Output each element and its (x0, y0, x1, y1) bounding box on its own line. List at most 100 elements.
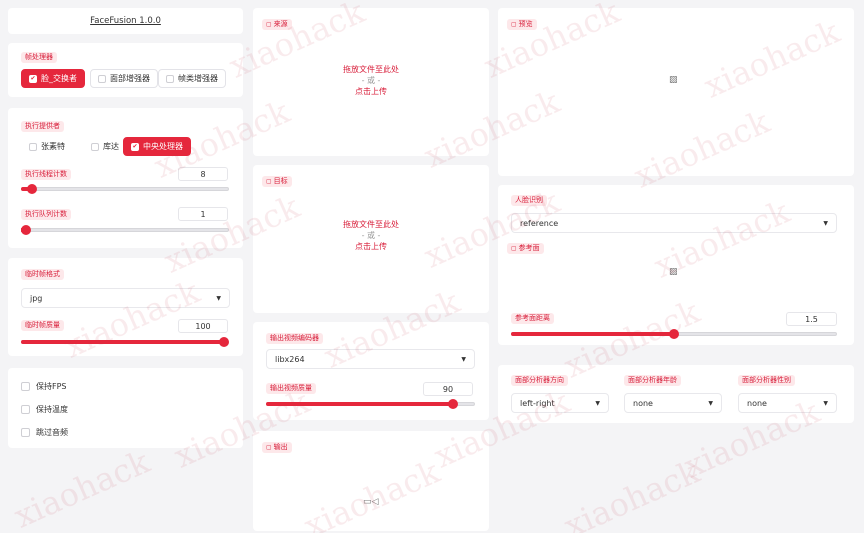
watermark-text: xiaohack (558, 452, 706, 533)
temp-frame-format-label: 临时帧格式 (21, 269, 64, 280)
output-quality-label: 输出视频质量 (266, 383, 316, 394)
provider-tensorrt[interactable]: 张素特 (21, 137, 73, 156)
chevron-down-icon: ▼ (461, 355, 466, 363)
checkbox-icon[interactable] (21, 428, 30, 437)
target-panel[interactable]: 目标 拖放文件至此处 - 或 - 点击上传 (253, 165, 489, 313)
watermark-text: xiaohack (8, 442, 156, 533)
chevron-down-icon: ▼ (595, 399, 600, 407)
provider-cuda[interactable]: 库达 (83, 137, 127, 156)
target-dropzone[interactable]: 拖放文件至此处 - 或 - 点击上传 (253, 219, 489, 252)
checkbox-label: 跳过音频 (36, 428, 68, 437)
checkbox-icon[interactable] (21, 405, 30, 414)
chevron-down-icon: ▼ (823, 399, 828, 407)
temp-frame-quality-label: 临时帧质量 (21, 320, 64, 331)
chevron-down-icon: ▼ (823, 219, 828, 227)
output-panel: 输出 ▭◁ (253, 431, 489, 531)
or-text: - 或 - (361, 231, 381, 240)
app-title: FaceFusion 1.0.0 (90, 16, 161, 26)
chevron-down-icon: ▼ (216, 294, 221, 302)
provider-label: 中央处理器 (143, 142, 183, 151)
select-value: none (633, 398, 653, 408)
analyser-age-label: 面部分析器年龄 (624, 375, 681, 386)
temp-frame-panel: 临时帧格式 jpg ▼ 临时帧质量 100 (8, 258, 243, 356)
analyser-gender-label: 面部分析器性别 (738, 375, 795, 386)
output-encoder-select[interactable]: libx264 ▼ (266, 349, 475, 369)
or-text: - 或 - (361, 76, 381, 85)
reference-distance-slider[interactable] (511, 329, 837, 339)
face-analyser-panel: 面部分析器方向 left-right ▼ 面部分析器年龄 none ▼ 面部分析… (498, 365, 854, 423)
keep-temp-checkbox[interactable]: 保持温度 (21, 404, 68, 415)
skip-audio-checkbox[interactable]: 跳过音频 (21, 427, 68, 438)
face-recognition-panel: 人脸识别 reference ▼ 参考面 ▨ 参考面距离 1.5 (498, 185, 854, 345)
output-quality-slider[interactable] (266, 399, 475, 409)
slider-thumb[interactable] (219, 337, 229, 347)
drop-text: 拖放文件至此处 (343, 220, 399, 229)
face-recognition-label: 人脸识别 (511, 195, 547, 206)
thread-count-input[interactable]: 8 (178, 167, 228, 181)
temp-frame-format-select[interactable]: jpg ▼ (21, 288, 230, 308)
select-value: jpg (30, 293, 43, 303)
face-recognition-select[interactable]: reference ▼ (511, 213, 837, 233)
source-dropzone[interactable]: 拖放文件至此处 - 或 - 点击上传 (253, 64, 489, 97)
keep-fps-checkbox[interactable]: 保持FPS (21, 381, 67, 392)
checkbox-icon[interactable] (21, 382, 30, 391)
settings-panel: 保持FPS 保持温度 跳过音频 (8, 368, 243, 448)
image-icon: ▨ (669, 267, 678, 277)
target-label: 目标 (262, 176, 292, 187)
checkbox-label: 保持温度 (36, 405, 68, 414)
processor-frame-enhancer[interactable]: 帧类增强器 (158, 69, 226, 88)
checkbox-icon (98, 74, 106, 83)
check-icon: ✔ (29, 74, 37, 83)
temp-frame-quality-input[interactable]: 100 (178, 319, 228, 333)
select-value: reference (520, 218, 559, 228)
preview-label: 预览 (507, 19, 537, 30)
output-encoder-label: 输出视频编码器 (266, 333, 323, 344)
processor-label: 帧类增强器 (178, 74, 218, 83)
frame-processors-label: 帧处理器 (21, 52, 57, 63)
analyser-age-select[interactable]: none ▼ (624, 393, 722, 413)
checkbox-icon (166, 74, 174, 83)
output-label: 输出 (262, 442, 292, 453)
analyser-gender-select[interactable]: none ▼ (738, 393, 837, 413)
provider-label: 库达 (103, 142, 119, 151)
analyser-direction-label: 面部分析器方向 (511, 375, 568, 386)
provider-cpu[interactable]: ✔ 中央处理器 (123, 137, 191, 156)
thread-count-label: 执行线程计数 (21, 169, 71, 180)
slider-fill (511, 332, 674, 336)
provider-label: 张素特 (41, 142, 65, 151)
select-value: left-right (520, 398, 555, 408)
processor-face-enhancer[interactable]: 面部增强器 (90, 69, 158, 88)
slider-thumb[interactable] (669, 329, 679, 339)
queue-count-input[interactable]: 1 (178, 207, 228, 221)
chevron-down-icon: ▼ (708, 399, 713, 407)
slider-fill (21, 340, 228, 344)
slider-thumb[interactable] (21, 225, 31, 235)
source-panel[interactable]: 来源 拖放文件至此处 - 或 - 点击上传 (253, 8, 489, 156)
temp-frame-quality-slider[interactable] (21, 337, 229, 347)
processor-face-swapper[interactable]: ✔ 脸_交换者 (21, 69, 85, 88)
queue-count-slider[interactable] (21, 225, 229, 235)
slider-thumb[interactable] (27, 184, 38, 194)
select-value: libx264 (275, 354, 305, 364)
output-video-panel: 输出视频编码器 libx264 ▼ 输出视频质量 90 (253, 322, 489, 420)
check-icon: ✔ (131, 142, 139, 151)
video-icon: ▭◁ (363, 497, 379, 507)
processor-label: 脸_交换者 (41, 74, 77, 83)
checkbox-icon (29, 142, 37, 151)
image-icon: ▨ (669, 75, 678, 85)
source-label: 来源 (262, 19, 292, 30)
execution-providers-label: 执行提供者 (21, 121, 64, 132)
title-panel: FaceFusion 1.0.0 (8, 8, 243, 34)
upload-link[interactable]: 点击上传 (253, 241, 489, 252)
output-quality-input[interactable]: 90 (423, 382, 473, 396)
reference-distance-input[interactable]: 1.5 (786, 312, 837, 326)
slider-thumb[interactable] (448, 399, 459, 409)
reference-face-label: 参考面 (507, 243, 544, 254)
checkbox-label: 保持FPS (36, 382, 67, 391)
analyser-direction-select[interactable]: left-right ▼ (511, 393, 609, 413)
upload-link[interactable]: 点击上传 (253, 86, 489, 97)
execution-panel: 执行提供者 张素特 库达 ✔ 中央处理器 执行线程计数 8 执行队列计数 1 (8, 108, 243, 248)
queue-count-label: 执行队列计数 (21, 209, 71, 220)
checkbox-icon (91, 142, 99, 151)
thread-count-slider[interactable] (21, 184, 229, 194)
